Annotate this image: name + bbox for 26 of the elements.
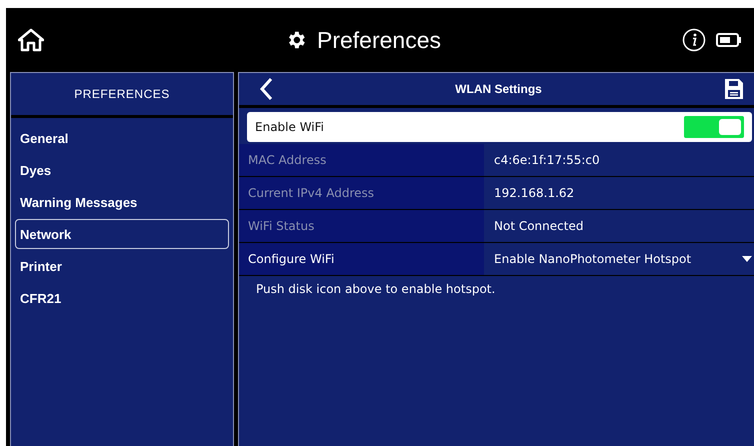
setting-label: WiFi Status [239, 210, 484, 242]
panel-title: WLAN Settings [454, 82, 543, 96]
sidebar-item[interactable]: General [15, 123, 229, 153]
setting-label: Configure WiFi [239, 243, 484, 275]
sidebar-item[interactable]: Network [15, 219, 229, 249]
sidebar-title: PREFERENCES [11, 73, 233, 118]
sidebar-item[interactable]: Printer [15, 251, 229, 281]
setting-value: 192.168.1.62 [494, 186, 576, 200]
battery-icon [716, 33, 742, 47]
hint-text: Push disk icon above to enable hotspot. [255, 281, 496, 298]
setting-label: Current IPv4 Address [239, 177, 484, 209]
header-title: Preferences [316, 26, 441, 54]
setting-label: MAC Address [239, 144, 484, 176]
setting-value: Not Connected [494, 219, 584, 233]
setting-value[interactable]: Enable NanoPhotometer Hotspot [494, 252, 742, 266]
setting-value: c4:6e:1f:17:55:c0 [494, 153, 601, 167]
toggle-label: Enable WiFi [255, 120, 325, 134]
sidebar-item[interactable]: Dyes [15, 155, 229, 185]
save-icon[interactable] [724, 78, 744, 100]
dropdown-caret-icon[interactable] [742, 256, 752, 262]
home-icon[interactable] [18, 28, 44, 52]
info-icon[interactable] [682, 28, 706, 52]
toggle-switch[interactable] [684, 116, 744, 138]
sidebar-item[interactable]: CFR21 [15, 283, 229, 313]
back-icon[interactable] [259, 77, 273, 101]
sidebar-item[interactable]: Warning Messages [15, 187, 229, 217]
